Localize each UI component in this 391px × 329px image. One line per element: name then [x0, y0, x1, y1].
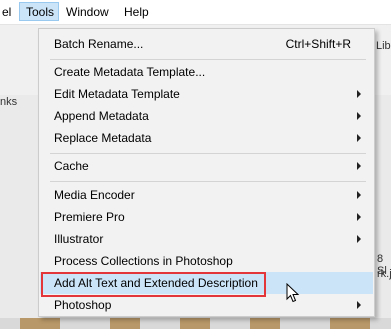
- thumbnail[interactable]: [330, 318, 370, 329]
- menu-separator: [50, 181, 366, 182]
- panel-label-partial: nks: [0, 96, 18, 108]
- menu-item-label: Append Metadata: [54, 109, 149, 123]
- menu-item-process-collections-photoshop[interactable]: Process Collections in Photoshop: [40, 250, 373, 272]
- menu-item-label: Replace Metadata: [54, 131, 152, 145]
- menu-item-illustrator[interactable]: Illustrator: [40, 228, 373, 250]
- menu-item-label: Media Encoder: [54, 188, 135, 202]
- menu-item-label: Create Metadata Template...: [54, 65, 206, 79]
- chevron-right-icon: [357, 134, 361, 142]
- library-label-partial: Libr: [376, 40, 391, 52]
- chevron-right-icon: [357, 162, 361, 170]
- menu-item-media-encoder[interactable]: Media Encoder: [40, 184, 373, 206]
- menu-item-batch-rename[interactable]: Batch Rename... Ctrl+Shift+R: [40, 33, 373, 55]
- menu-item-replace-metadata[interactable]: Replace Metadata: [40, 127, 373, 149]
- chevron-right-icon: [357, 112, 361, 120]
- menu-separator: [50, 153, 366, 154]
- tools-dropdown-menu: Batch Rename... Ctrl+Shift+R Create Meta…: [38, 28, 375, 317]
- menu-item-label: Edit Metadata Template: [54, 87, 180, 101]
- menu-separator: [50, 59, 366, 60]
- menu-window[interactable]: Window: [66, 4, 109, 20]
- menu-label-partial[interactable]: el: [2, 4, 11, 20]
- menu-item-append-metadata[interactable]: Append Metadata: [40, 105, 373, 127]
- menu-item-premiere-pro[interactable]: Premiere Pro: [40, 206, 373, 228]
- menu-bar: el Tools Window Help: [0, 0, 391, 25]
- chevron-right-icon: [357, 191, 361, 199]
- thumbnail[interactable]: [20, 318, 60, 329]
- menu-item-label: Add Alt Text and Extended Description: [54, 276, 258, 290]
- menu-item-label: Process Collections in Photoshop: [54, 254, 233, 268]
- menu-item-photoshop[interactable]: Photoshop: [40, 294, 373, 316]
- menu-item-label: Cache: [54, 159, 89, 173]
- chevron-right-icon: [357, 301, 361, 309]
- thumbnail[interactable]: [110, 318, 140, 329]
- menu-item-shortcut: Ctrl+Shift+R: [285, 37, 351, 51]
- mouse-pointer-icon: [286, 283, 300, 303]
- menu-item-add-alt-text[interactable]: Add Alt Text and Extended Description: [40, 272, 373, 294]
- chevron-right-icon: [357, 90, 361, 98]
- file-label-partial-2: rk.j: [377, 268, 391, 280]
- menu-item-label: Illustrator: [54, 232, 104, 246]
- menu-help[interactable]: Help: [124, 4, 149, 20]
- menu-item-label: Premiere Pro: [54, 210, 125, 224]
- chevron-right-icon: [357, 213, 361, 221]
- chevron-right-icon: [357, 235, 361, 243]
- menu-item-cache[interactable]: Cache: [40, 155, 373, 177]
- menu-item-label: Photoshop: [54, 298, 112, 312]
- menu-item-label: Batch Rename...: [54, 37, 144, 51]
- thumbnail[interactable]: [180, 318, 210, 329]
- thumbnail[interactable]: [250, 318, 280, 329]
- menu-item-create-metadata-template[interactable]: Create Metadata Template...: [40, 61, 373, 83]
- menu-item-edit-metadata-template[interactable]: Edit Metadata Template: [40, 83, 373, 105]
- menu-tools[interactable]: Tools: [26, 4, 54, 20]
